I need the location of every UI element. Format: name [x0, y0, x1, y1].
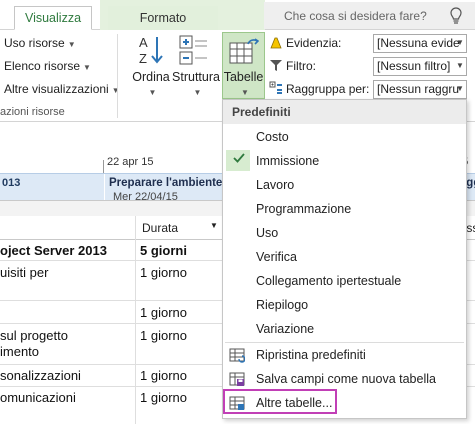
menu-item-ripristina[interactable]: Ripristina predefiniti — [256, 348, 366, 362]
menu-separator — [225, 342, 464, 343]
highlight-icon — [270, 37, 282, 49]
menu-item-uso[interactable]: Uso — [256, 226, 278, 240]
tabelle-label: Tabelle ▼ — [223, 70, 264, 97]
timeline-year: 013 — [2, 177, 21, 189]
filtro-label: Filtro: — [286, 59, 316, 73]
task-name-cont: imento — [0, 344, 40, 359]
menu-item-riepilogo[interactable]: Riepilogo — [256, 298, 308, 312]
task-name[interactable]: sul progetto — [0, 328, 68, 343]
timeline-task[interactable]: Preparare l'ambiente — [109, 177, 222, 189]
elenco-risorse-button[interactable]: Elenco risorse ▼ — [4, 59, 91, 73]
highlight-box — [223, 389, 337, 414]
menu-section-title: Predefiniti — [232, 105, 291, 119]
task-duration[interactable]: 1 giorno — [140, 390, 187, 405]
filter-icon — [270, 60, 282, 71]
chevron-down-icon[interactable]: ▼ — [453, 80, 467, 99]
task-name[interactable]: uisiti per — [0, 265, 48, 280]
column-header-name[interactable] — [0, 216, 136, 240]
timeline-divider — [104, 174, 105, 200]
menu-item-collegamento[interactable]: Collegamento ipertestuale — [256, 274, 401, 288]
outline-icon — [179, 35, 207, 65]
tab-visualizza[interactable]: Visualizza — [14, 6, 92, 30]
task-duration[interactable]: 1 giorno — [140, 265, 187, 280]
sort-az-icon: A Z — [139, 35, 163, 66]
timeline-tick — [103, 160, 104, 173]
group-separator — [117, 34, 118, 118]
task-duration[interactable]: 1 giorno — [140, 368, 187, 383]
task-name[interactable]: sonalizzazioni — [0, 368, 81, 383]
chevron-down-icon[interactable]: ▼ — [453, 34, 467, 53]
group-by-icon — [269, 81, 282, 94]
grid-divider — [135, 216, 136, 424]
task-duration[interactable]: 1 giorno — [140, 305, 187, 320]
lightbulb-icon — [450, 7, 462, 24]
save-table-icon — [229, 372, 245, 386]
chevron-down-icon[interactable]: ▼ — [453, 57, 467, 76]
menu-item-lavoro[interactable]: Lavoro — [256, 178, 294, 192]
task-name[interactable]: omunicazioni — [0, 390, 76, 405]
ribbon-group-label: azioni risorse — [0, 106, 65, 118]
raggruppa-label: Raggruppa per: — [286, 82, 370, 96]
menu-item-programmazione[interactable]: Programmazione — [256, 202, 351, 216]
menu-item-immissione[interactable]: Immissione — [256, 154, 319, 168]
ordina-button[interactable]: Ordina ▼ — [131, 70, 171, 98]
checkmark-icon — [233, 153, 245, 163]
struttura-button[interactable]: Struttura ▼ — [171, 70, 221, 98]
menu-item-variazione[interactable]: Variazione — [256, 322, 314, 336]
task-duration[interactable]: 5 giorni — [140, 243, 187, 258]
evidenzia-label: Evidenzia: — [286, 36, 342, 50]
timeline-date: 22 apr 15 — [107, 156, 154, 168]
altre-visualizzazioni-button[interactable]: Altre visualizzazioni ▼ — [4, 82, 120, 96]
menu-item-verifica[interactable]: Verifica — [256, 250, 297, 264]
task-name[interactable]: oject Server 2013 — [0, 243, 107, 258]
menu-item-costo[interactable]: Costo — [256, 130, 289, 144]
tab-formato[interactable]: Formato — [108, 6, 218, 30]
search-placeholder: Che cosa si desidera fare? — [284, 9, 427, 23]
column-header-durata[interactable]: Durata ▼ — [136, 216, 224, 240]
svg-text:Z: Z — [139, 51, 147, 66]
reset-table-icon — [229, 348, 245, 363]
task-duration[interactable]: 1 giorno — [140, 328, 187, 343]
uso-risorse-button[interactable]: Uso risorse ▼ — [4, 36, 76, 50]
menu-item-salva-campi[interactable]: Salva campi come nuova tabella — [256, 372, 436, 386]
svg-text:A: A — [139, 35, 148, 50]
table-icon — [229, 38, 259, 64]
